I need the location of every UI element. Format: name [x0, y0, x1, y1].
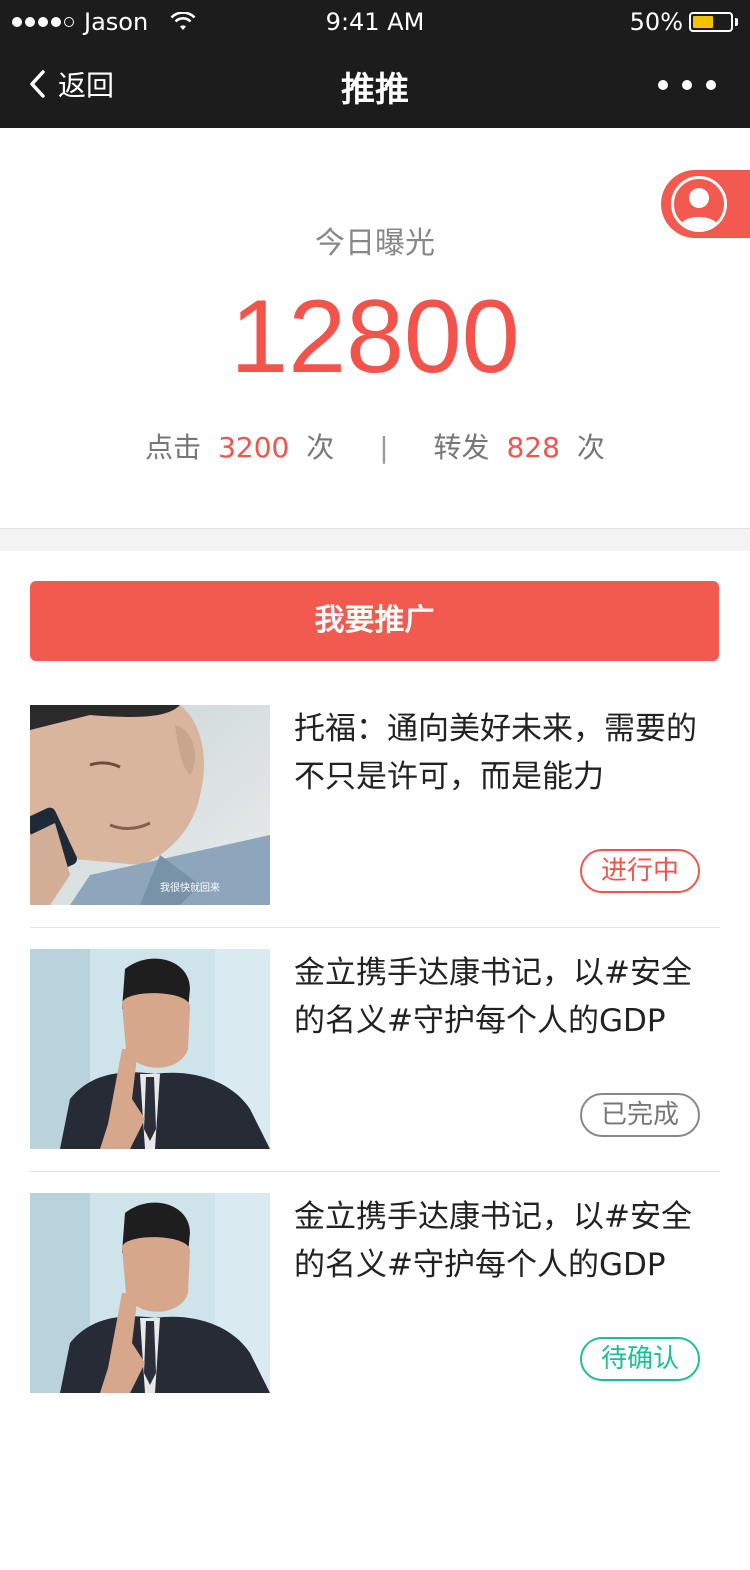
clicks-label: 点击 [145, 431, 202, 464]
shares-unit: 次 [576, 431, 605, 464]
promote-button[interactable]: 我要推广 [30, 581, 719, 661]
item-divider [30, 1171, 720, 1172]
list-item[interactable]: 金立携手达康书记，以#安全的名义#守护每个人的GDP 待确认 [30, 1193, 720, 1437]
battery-icon [689, 12, 733, 32]
item-divider [30, 927, 720, 928]
page-title: 推推 [341, 70, 409, 110]
more-button[interactable] [658, 80, 716, 90]
item-title: 金立携手达康书记，以#安全的名义#守护每个人的GDP [294, 955, 692, 1039]
list-item[interactable]: 我很快就回来 托福：通向美好未来，需要的不只是许可，而是能力 进行中 [30, 705, 720, 949]
exposure-label: 今日曝光 [315, 226, 435, 261]
item-title: 托福：通向美好未来，需要的不只是许可，而是能力 [294, 711, 697, 795]
status-bar: Jason 9:41 AM 50% [0, 0, 750, 44]
stats-separator: | [379, 431, 389, 464]
status-badge: 待确认 [580, 1337, 700, 1381]
clicks-unit: 次 [306, 431, 335, 464]
thumbnail-caption: 我很快就回来 [160, 881, 220, 894]
avatar [671, 176, 727, 232]
stats-detail: 点击 3200 次 | 转发 828 次 [0, 426, 750, 466]
clicks-value: 3200 [218, 431, 290, 464]
thumbnail-businessman [30, 949, 270, 1149]
thumbnail-phone-call: 我很快就回来 [30, 705, 270, 905]
thumbnail-businessman [30, 1193, 270, 1393]
battery-percent: 50% [629, 8, 683, 36]
status-right: 50% [630, 8, 738, 36]
more-dots-icon [658, 80, 668, 90]
shares-label: 转发 [433, 431, 490, 464]
user-icon [679, 188, 719, 229]
profile-tab[interactable] [661, 170, 750, 238]
shares-value: 828 [506, 431, 560, 464]
exposure-value: 12800 [230, 279, 520, 395]
status-badge: 进行中 [580, 849, 700, 893]
exposure-stats: 今日曝光 12800 点击 3200 次 | 转发 828 次 [0, 128, 750, 528]
list-item[interactable]: 金立携手达康书记，以#安全的名义#守护每个人的GDP 已完成 [30, 949, 720, 1193]
status-badge: 已完成 [580, 1093, 700, 1137]
campaign-list: 我很快就回来 托福：通向美好未来，需要的不只是许可，而是能力 进行中 金立携手达… [30, 705, 720, 1437]
section-divider [0, 528, 750, 551]
item-title: 金立携手达康书记，以#安全的名义#守护每个人的GDP [294, 1199, 692, 1283]
navigation-bar: 返回 推推 [0, 44, 750, 128]
